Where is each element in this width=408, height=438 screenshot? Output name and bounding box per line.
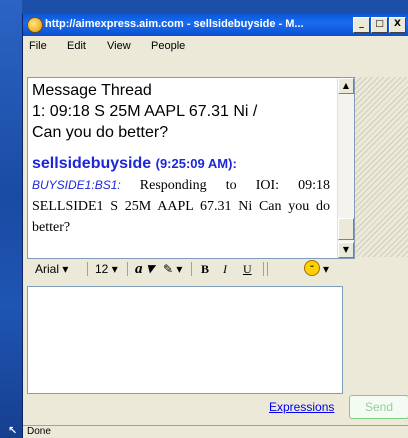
close-button[interactable]: X	[389, 17, 406, 33]
menu-people[interactable]: People	[151, 40, 185, 52]
chat-window: http://aimexpress.aim.com - sellsidebuys…	[22, 14, 408, 438]
toolbar-divider	[267, 262, 268, 276]
scroll-down-arrow-icon[interactable]: ▼	[338, 242, 354, 258]
emoticon-dropdown-icon[interactable]: ▾	[323, 262, 329, 276]
thread-header-ioi: 1: 09:18 S 25M AAPL 67.31 Ni /	[32, 103, 258, 120]
menu-file[interactable]: File	[29, 40, 47, 52]
window-title: http://aimexpress.aim.com - sellsidebuys…	[45, 18, 304, 30]
toolbar-divider	[191, 262, 192, 276]
toolbar-divider	[87, 262, 88, 276]
smiley-icon[interactable]: ᵕ	[304, 260, 320, 276]
sidebar-hatch	[355, 77, 408, 257]
status-bar: Done	[23, 425, 408, 438]
italic-button[interactable]: I	[223, 262, 227, 277]
desktop-background: ↖	[0, 0, 22, 438]
text-color-icon[interactable]: a ▾	[135, 259, 154, 278]
format-toolbar: Arial ▾ 12 ▾ a ▾ ✎ ▾ B I U ᵕ ▾	[27, 258, 353, 280]
toolbar-divider	[127, 262, 128, 276]
mouse-cursor-icon: ↖	[8, 424, 18, 437]
font-size-dropdown[interactable]: 12 ▾	[95, 262, 118, 276]
sender-name: sellsidebuyside	[32, 155, 152, 172]
message-sender: sellsidebuyside (9:25:09 AM):	[32, 155, 332, 173]
thread-scrollbar[interactable]: ▲ ▼	[337, 78, 354, 258]
font-dropdown[interactable]: Arial ▾	[35, 262, 68, 276]
send-button[interactable]: Send	[349, 395, 408, 419]
menu-view[interactable]: View	[107, 40, 131, 52]
aim-logo-icon	[27, 17, 43, 33]
thread-header-title: Message Thread	[32, 82, 152, 99]
maximize-button[interactable]: □	[371, 17, 388, 33]
status-text: Done	[27, 426, 51, 437]
message-thread-pane[interactable]: Message Thread 1: 09:18 S 25M AAPL 67.31…	[27, 77, 355, 259]
menu-edit[interactable]: Edit	[67, 40, 86, 52]
highlight-pencil-icon[interactable]: ✎ ▾	[163, 262, 182, 276]
compose-input[interactable]	[27, 286, 343, 394]
expressions-link[interactable]: Expressions	[269, 400, 334, 414]
menu-bar: File Edit View People	[23, 36, 408, 56]
message-timestamp: (9:25:09 AM):	[155, 156, 237, 171]
title-bar[interactable]: http://aimexpress.aim.com - sellsidebuys…	[23, 14, 408, 36]
underline-button[interactable]: U	[243, 262, 252, 277]
scroll-thumb[interactable]	[338, 218, 354, 240]
minimize-button[interactable]: _	[353, 17, 370, 33]
message-user: BUYSIDE1:BS1:	[32, 178, 121, 192]
scroll-up-arrow-icon[interactable]: ▲	[338, 78, 354, 94]
bold-button[interactable]: B	[201, 262, 209, 277]
thread-header-question: Can you do better?	[32, 124, 169, 141]
toolbar-divider	[263, 262, 264, 276]
message-body: BUYSIDE1:BS1: Responding to IOI: 09:18 S…	[32, 175, 330, 238]
